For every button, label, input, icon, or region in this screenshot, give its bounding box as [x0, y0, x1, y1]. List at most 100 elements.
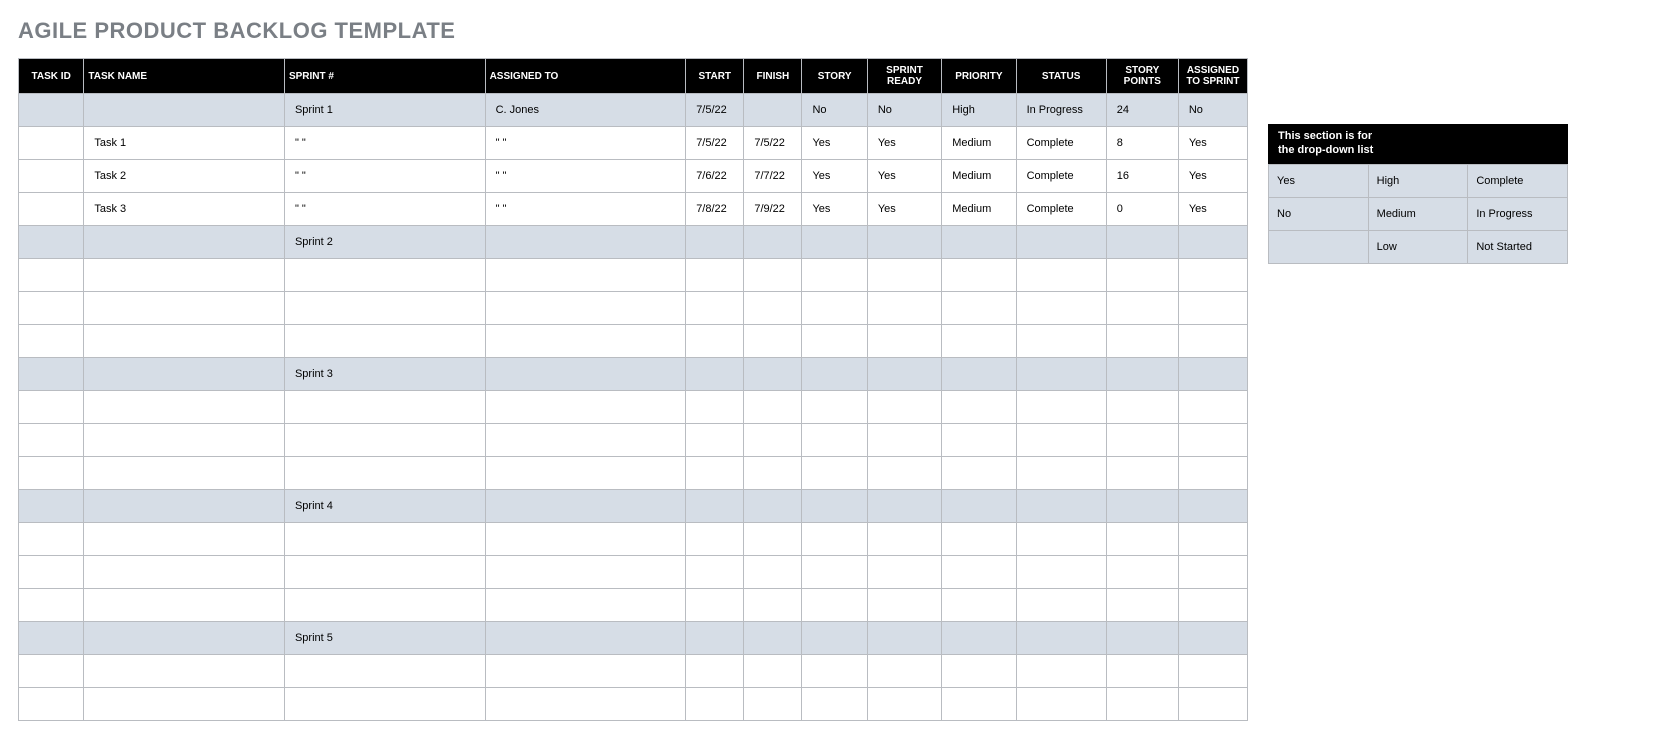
cell[interactable] [942, 259, 1016, 292]
cell[interactable] [942, 589, 1016, 622]
cell[interactable] [744, 424, 802, 457]
cell[interactable] [1016, 457, 1106, 490]
cell[interactable] [867, 589, 941, 622]
cell[interactable] [485, 556, 686, 589]
cell[interactable]: Yes [1178, 193, 1247, 226]
cell[interactable] [1178, 424, 1247, 457]
cell[interactable] [744, 490, 802, 523]
cell[interactable] [1178, 391, 1247, 424]
cell[interactable] [485, 358, 686, 391]
cell[interactable]: Task 3 [84, 193, 285, 226]
cell[interactable]: Medium [942, 193, 1016, 226]
cell[interactable] [485, 688, 686, 721]
cell[interactable] [485, 523, 686, 556]
cell[interactable] [19, 523, 84, 556]
cell[interactable]: " " [284, 193, 485, 226]
cell[interactable] [1178, 688, 1247, 721]
cell[interactable] [867, 391, 941, 424]
cell[interactable] [485, 589, 686, 622]
cell[interactable] [942, 490, 1016, 523]
cell[interactable] [867, 358, 941, 391]
cell[interactable] [802, 391, 867, 424]
cell[interactable] [1016, 622, 1106, 655]
cell[interactable]: " " [284, 127, 485, 160]
cell[interactable] [744, 226, 802, 259]
cell[interactable] [686, 226, 744, 259]
cell[interactable] [744, 94, 802, 127]
cell[interactable]: 7/9/22 [744, 193, 802, 226]
cell[interactable]: Yes [1178, 160, 1247, 193]
cell[interactable] [485, 325, 686, 358]
cell[interactable] [284, 325, 485, 358]
cell[interactable]: Sprint 2 [284, 226, 485, 259]
cell[interactable]: Sprint 3 [284, 358, 485, 391]
cell[interactable] [744, 556, 802, 589]
cell[interactable]: No [1178, 94, 1247, 127]
cell[interactable] [802, 523, 867, 556]
cell[interactable] [686, 556, 744, 589]
cell[interactable] [686, 424, 744, 457]
cell[interactable] [867, 622, 941, 655]
cell[interactable] [1016, 226, 1106, 259]
cell[interactable]: Yes [802, 127, 867, 160]
cell[interactable] [1106, 523, 1178, 556]
cell[interactable]: High [942, 94, 1016, 127]
cell[interactable] [942, 556, 1016, 589]
cell[interactable]: Yes [1178, 127, 1247, 160]
cell[interactable]: C. Jones [485, 94, 686, 127]
cell[interactable] [1178, 589, 1247, 622]
cell[interactable] [1106, 325, 1178, 358]
cell[interactable]: " " [485, 193, 686, 226]
cell[interactable] [84, 424, 285, 457]
cell[interactable] [1106, 688, 1178, 721]
cell[interactable] [1178, 226, 1247, 259]
cell[interactable] [84, 523, 285, 556]
cell[interactable]: Task 1 [84, 127, 285, 160]
cell[interactable] [19, 325, 84, 358]
cell[interactable] [19, 292, 84, 325]
cell[interactable] [686, 490, 744, 523]
cell[interactable]: Yes [867, 127, 941, 160]
cell[interactable]: Sprint 1 [284, 94, 485, 127]
cell[interactable]: 7/5/22 [744, 127, 802, 160]
cell[interactable] [1016, 523, 1106, 556]
cell[interactable] [1178, 358, 1247, 391]
cell[interactable] [19, 688, 84, 721]
cell[interactable] [1106, 292, 1178, 325]
cell[interactable] [802, 358, 867, 391]
cell[interactable]: Yes [802, 193, 867, 226]
cell[interactable] [802, 688, 867, 721]
cell[interactable] [284, 457, 485, 490]
cell[interactable] [802, 292, 867, 325]
cell[interactable] [942, 457, 1016, 490]
cell[interactable] [19, 490, 84, 523]
cell[interactable]: 8 [1106, 127, 1178, 160]
cell[interactable] [802, 622, 867, 655]
cell[interactable] [686, 688, 744, 721]
cell[interactable] [1106, 457, 1178, 490]
cell[interactable] [84, 589, 285, 622]
cell[interactable] [867, 226, 941, 259]
cell[interactable] [686, 292, 744, 325]
cell[interactable] [1106, 358, 1178, 391]
cell[interactable] [1016, 556, 1106, 589]
cell[interactable] [1178, 655, 1247, 688]
cell[interactable] [744, 688, 802, 721]
cell[interactable] [1106, 259, 1178, 292]
cell[interactable] [744, 589, 802, 622]
cell[interactable] [284, 292, 485, 325]
cell[interactable] [84, 259, 285, 292]
cell[interactable] [19, 259, 84, 292]
cell[interactable] [1178, 259, 1247, 292]
cell[interactable] [686, 523, 744, 556]
cell[interactable]: No [802, 94, 867, 127]
cell[interactable] [942, 523, 1016, 556]
cell[interactable] [1016, 259, 1106, 292]
cell[interactable] [19, 556, 84, 589]
cell[interactable] [84, 490, 285, 523]
cell[interactable] [84, 688, 285, 721]
cell[interactable] [942, 655, 1016, 688]
cell[interactable] [686, 259, 744, 292]
cell[interactable]: 7/5/22 [686, 94, 744, 127]
cell[interactable] [802, 457, 867, 490]
